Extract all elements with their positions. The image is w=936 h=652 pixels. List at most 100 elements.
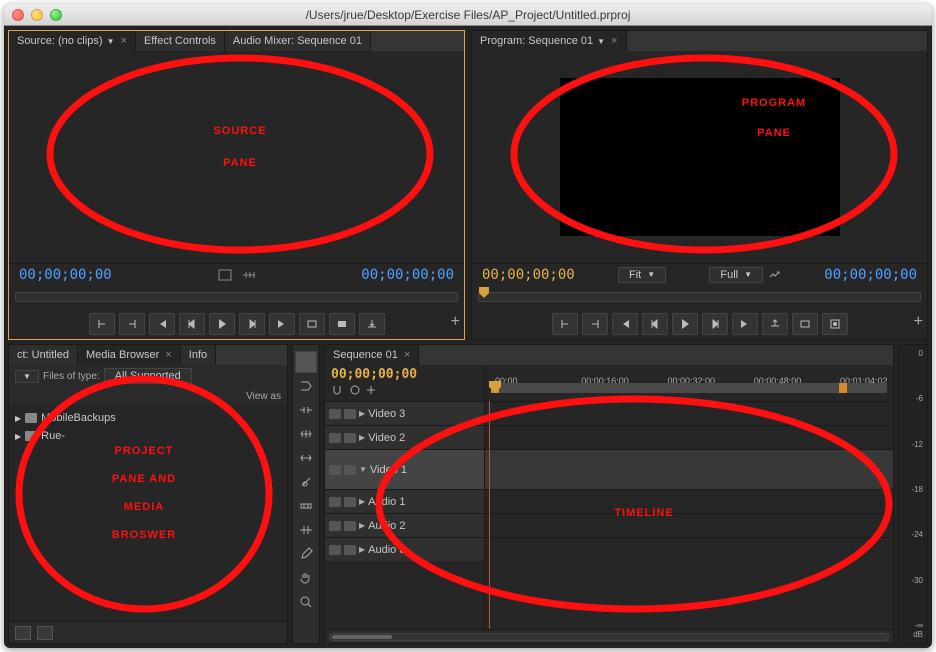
source-scrub[interactable]: [9, 285, 464, 309]
go-to-in-button[interactable]: [149, 313, 175, 335]
play-button[interactable]: [672, 313, 698, 335]
tree-item[interactable]: ▶ Rue-: [15, 427, 281, 445]
dropdown-icon[interactable]: ▼: [597, 37, 605, 46]
speaker-icon[interactable]: [329, 497, 341, 507]
settings-icon[interactable]: [365, 384, 377, 396]
lift-button[interactable]: [762, 313, 788, 335]
lock-icon[interactable]: [344, 433, 356, 443]
playhead-line[interactable]: [489, 401, 490, 629]
program-monitor[interactable]: [472, 51, 927, 263]
insert-button[interactable]: [299, 313, 325, 335]
track-lane[interactable]: [485, 537, 893, 561]
disclosure-icon[interactable]: ▶: [359, 409, 365, 418]
track-lane[interactable]: [485, 489, 893, 513]
playhead-icon[interactable]: [489, 381, 501, 395]
tab-effect-controls[interactable]: Effect Controls: [136, 31, 225, 51]
selection-tool[interactable]: [295, 351, 317, 373]
program-scrub[interactable]: [472, 285, 927, 309]
playhead-icon[interactable]: [479, 287, 489, 301]
disclosure-icon[interactable]: ▼: [359, 465, 367, 474]
zoom-tool[interactable]: [295, 591, 317, 613]
extract-button[interactable]: [792, 313, 818, 335]
scrollbar-track[interactable]: [329, 633, 889, 641]
source-playhead-tc[interactable]: 00;00;00;00: [19, 267, 112, 283]
nav-back-button[interactable]: ▼: [15, 370, 39, 383]
hand-tool[interactable]: [295, 567, 317, 589]
track-lane[interactable]: [485, 401, 893, 425]
lock-icon[interactable]: [344, 465, 356, 475]
tab-audio-mixer[interactable]: Audio Mixer: Sequence 01: [225, 31, 371, 51]
eye-icon[interactable]: [329, 409, 341, 419]
step-back-button[interactable]: [179, 313, 205, 335]
go-to-out-button[interactable]: [269, 313, 295, 335]
track-lane[interactable]: [485, 513, 893, 537]
mark-in-button[interactable]: [89, 313, 115, 335]
media-browser-tree[interactable]: ▶ MobileBackups ▶ Rue-: [9, 405, 287, 621]
track-header-audio2[interactable]: ▶Audio 2: [325, 513, 484, 537]
track-header-audio3[interactable]: ▶Audio 3: [325, 537, 484, 561]
filetype-select[interactable]: All Supported: [104, 368, 192, 384]
mark-in-button[interactable]: [552, 313, 578, 335]
track-header-video2[interactable]: ▶Video 2: [325, 425, 484, 449]
source-monitor[interactable]: [9, 51, 464, 263]
disclosure-icon[interactable]: ▶: [359, 433, 365, 442]
step-forward-button[interactable]: [702, 313, 728, 335]
work-area-end[interactable]: [839, 383, 847, 393]
icon-view-button[interactable]: [37, 626, 53, 640]
ripple-edit-tool[interactable]: [295, 399, 317, 421]
go-to-in-button[interactable]: [612, 313, 638, 335]
tree-item[interactable]: ▶ MobileBackups: [15, 409, 281, 427]
close-tab-icon[interactable]: ×: [611, 35, 617, 47]
lock-icon[interactable]: [344, 497, 356, 507]
pen-tool[interactable]: [295, 543, 317, 565]
dropdown-icon[interactable]: ▼: [107, 37, 115, 46]
slip-tool[interactable]: [295, 495, 317, 517]
eye-icon[interactable]: [329, 433, 341, 443]
timeline-h-scrollbar[interactable]: [325, 629, 893, 643]
scrub-track[interactable]: [478, 292, 921, 302]
razor-tool[interactable]: [295, 471, 317, 493]
disclosure-icon[interactable]: ▶: [359, 497, 365, 506]
scrollbar-thumb[interactable]: [332, 635, 392, 639]
track-header-video1[interactable]: ▼Video 1: [325, 449, 484, 489]
scrub-track[interactable]: [15, 292, 458, 302]
button-editor-icon[interactable]: +: [914, 313, 923, 331]
speaker-icon[interactable]: [329, 521, 341, 531]
list-view-button[interactable]: [15, 626, 31, 640]
timeline-ruler-area[interactable]: 00;00 00;00;16;00 00;00;32;00 00;00;48;0…: [485, 365, 893, 401]
tab-sequence[interactable]: Sequence 01 ×: [325, 345, 419, 365]
mark-out-button[interactable]: [119, 313, 145, 335]
tab-source[interactable]: Source: (no clips) ▼ ×: [9, 31, 136, 51]
speaker-icon[interactable]: [329, 545, 341, 555]
overwrite-button[interactable]: [329, 313, 355, 335]
rolling-edit-tool[interactable]: [295, 423, 317, 445]
lock-icon[interactable]: [344, 545, 356, 555]
playback-resolution-select[interactable]: Full ▼: [709, 267, 763, 283]
mark-out-button[interactable]: [582, 313, 608, 335]
timeline-tracks-area[interactable]: [485, 401, 893, 629]
settings-icon[interactable]: [218, 268, 232, 282]
tab-program[interactable]: Program: Sequence 01 ▼ ×: [472, 31, 627, 51]
disclosure-icon[interactable]: ▶: [359, 545, 365, 554]
timeline-cti[interactable]: 00;00;00;00: [331, 367, 478, 382]
button-editor-icon[interactable]: +: [451, 313, 460, 331]
zoom-level-select[interactable]: Fit ▼: [618, 267, 666, 283]
work-area-bar[interactable]: [491, 383, 887, 393]
step-back-button[interactable]: [642, 313, 668, 335]
step-forward-button[interactable]: [239, 313, 265, 335]
disclosure-icon[interactable]: ▶: [15, 414, 21, 423]
export-frame-button[interactable]: [822, 313, 848, 335]
track-lane[interactable]: [485, 449, 893, 489]
close-tab-icon[interactable]: ×: [165, 349, 171, 361]
track-header-audio1[interactable]: ▶Audio 1: [325, 489, 484, 513]
track-lane[interactable]: [485, 425, 893, 449]
settings-icon[interactable]: [767, 268, 781, 282]
track-select-tool[interactable]: [295, 375, 317, 397]
markers-icon[interactable]: [242, 268, 256, 282]
track-header-video3[interactable]: ▶Video 3: [325, 401, 484, 425]
slide-tool[interactable]: [295, 519, 317, 541]
go-to-out-button[interactable]: [732, 313, 758, 335]
disclosure-icon[interactable]: ▶: [359, 521, 365, 530]
disclosure-icon[interactable]: ▶: [15, 432, 21, 441]
lock-icon[interactable]: [344, 409, 356, 419]
